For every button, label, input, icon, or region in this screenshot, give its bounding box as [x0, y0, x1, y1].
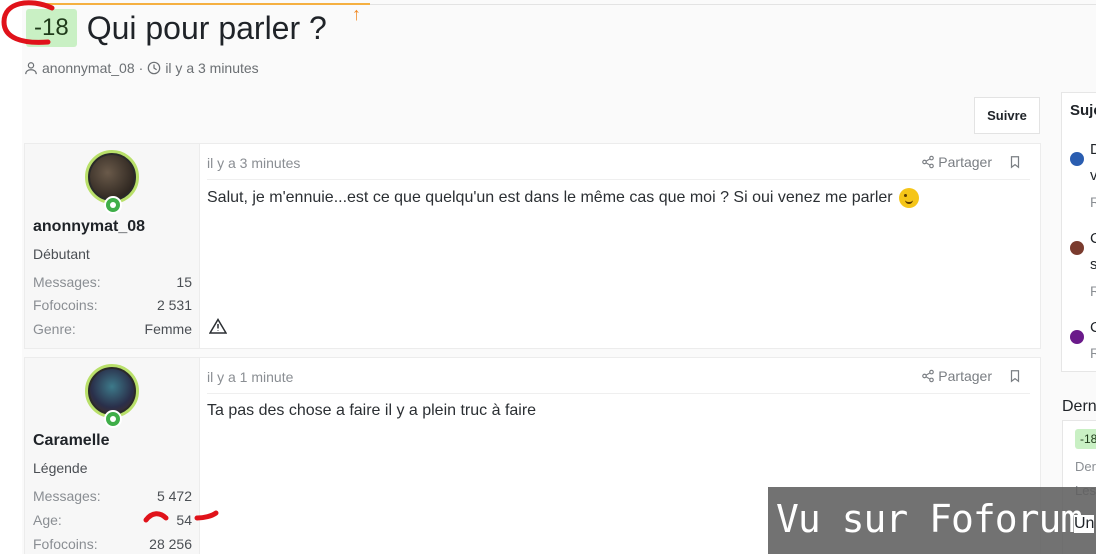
topic-title[interactable]: C [1090, 230, 1096, 247]
user-stat: Age: 54 [33, 512, 192, 528]
user-icon [25, 62, 37, 75]
thread-tag[interactable]: -18 [26, 9, 77, 47]
user-stat: Fofocoins: 28 256 [33, 536, 192, 552]
user-stat: Messages: 15 [33, 274, 192, 290]
topic-meta: R [1090, 345, 1096, 361]
post: anonnymat_08 Débutant Messages: 15 Fofoco… [24, 143, 1041, 349]
sidebar-title: Suje [1070, 102, 1096, 119]
user-stat: Genre: Femme [33, 321, 192, 337]
thread-header: -18 Qui pour parler ? [26, 6, 327, 50]
share-button[interactable]: Partager [921, 368, 992, 384]
warning-icon[interactable] [209, 318, 227, 334]
topic-meta: R [1090, 283, 1096, 299]
username[interactable]: anonnymat_08 [33, 218, 145, 236]
thread-author[interactable]: anonnymat_08 [42, 60, 135, 76]
user-stat: Fofocoins: 2 531 [33, 297, 192, 313]
avatar[interactable] [85, 150, 139, 214]
latest-item[interactable]: Der [1075, 459, 1096, 474]
user-rank: Débutant [33, 246, 90, 262]
left-margin [0, 0, 22, 554]
share-icon [922, 155, 935, 169]
arrow-up-icon[interactable]: ↑ [352, 4, 361, 25]
user-rank: Légende [33, 460, 88, 476]
topic-avatar[interactable] [1070, 241, 1084, 255]
topic-title[interactable]: s [1090, 256, 1096, 273]
clock-icon [148, 61, 161, 75]
avatar[interactable] [85, 364, 139, 428]
share-icon [922, 369, 935, 383]
wink-emoji-icon [899, 188, 920, 208]
bookmark-icon[interactable] [1008, 155, 1022, 172]
topic-title[interactable]: D [1090, 141, 1096, 158]
topic-title[interactable]: v [1090, 167, 1096, 184]
online-status-icon [104, 196, 122, 214]
topic-title[interactable]: C [1090, 319, 1096, 336]
online-status-icon [104, 410, 122, 428]
topic-meta: R [1090, 194, 1096, 210]
username[interactable]: Caramelle [33, 432, 110, 450]
sidebar-topics: Suje D v R C s R C R [1061, 92, 1096, 372]
top-accent-line [30, 3, 370, 5]
sidebar-item-partial[interactable]: Un [1074, 515, 1095, 533]
message-body: Salut, je m'ennuie...est ce que quelqu'u… [207, 188, 920, 208]
message-header: il y a 3 minutes Partager [207, 154, 1030, 180]
share-button[interactable]: Partager [921, 154, 992, 170]
message-date[interactable]: il y a 1 minute [207, 369, 293, 385]
thread-meta: anonnymat_08 · il y a 3 minutes [24, 60, 259, 76]
thread-tag[interactable]: -18 [1075, 429, 1096, 449]
watermark-overlay: Vu sur Foforum [768, 487, 1096, 554]
topic-avatar[interactable] [1070, 330, 1084, 344]
watermark-text: Vu sur Foforum [776, 497, 1083, 541]
message-body: Ta pas des chose a faire il y a plein tr… [207, 402, 537, 419]
sidebar-section-title: Dern [1062, 398, 1096, 415]
post-user-panel: Caramelle Légende Messages: 5 472 Age: 54 … [25, 358, 200, 554]
message-date[interactable]: il y a 3 minutes [207, 155, 300, 171]
topic-avatar[interactable] [1070, 152, 1084, 166]
follow-button[interactable]: Suivre [974, 97, 1040, 134]
bookmark-icon[interactable] [1008, 369, 1022, 386]
user-stat: Messages: 5 472 [33, 488, 192, 504]
thread-title: Qui pour parler ? [86, 9, 327, 46]
post-user-panel: anonnymat_08 Débutant Messages: 15 Fofoco… [25, 144, 200, 348]
meta-separator: · [138, 60, 144, 76]
message-header: il y a 1 minute Partager [207, 368, 1030, 394]
thread-time: il y a 3 minutes [165, 60, 259, 76]
